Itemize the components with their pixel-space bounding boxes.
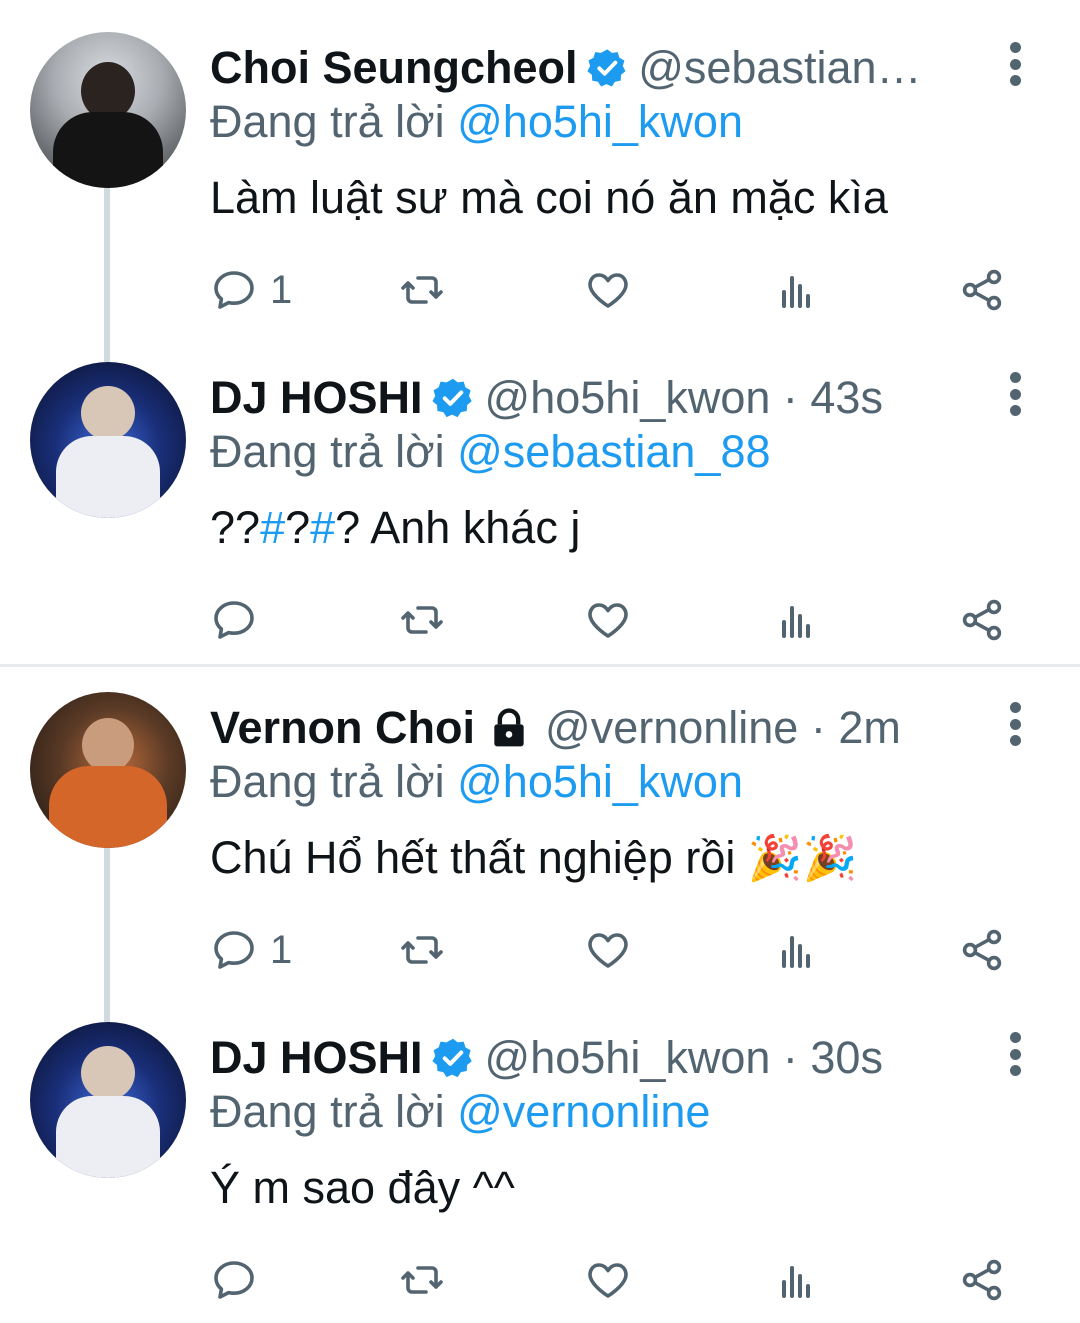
avatar[interactable] [30, 32, 186, 188]
reply-icon [210, 926, 258, 974]
tweet[interactable]: Choi Seungcheol @sebastian_... Đang trả … [0, 0, 1080, 340]
text-part: ?? [210, 502, 261, 553]
avatar[interactable] [30, 692, 186, 848]
reply-button[interactable]: 1 [210, 260, 292, 320]
reply-prefix: Đang trả lời [210, 1086, 458, 1137]
verified-badge-icon [431, 376, 475, 420]
lock-icon [487, 706, 531, 750]
heart-icon [584, 266, 632, 314]
reply-icon [210, 1256, 258, 1304]
party-popper-emoji: 🎉🎉 [747, 834, 858, 883]
reply-mention[interactable]: @vernonline [457, 1086, 710, 1137]
reply-mention[interactable]: @ho5hi_kwon [457, 96, 743, 147]
tweet-header: Vernon Choi @vernonline · 2m [210, 698, 930, 758]
reply-context: Đang trả lời @ho5hi_kwon [210, 96, 743, 148]
like-button[interactable] [584, 920, 632, 980]
reply-prefix: Đang trả lời [210, 756, 458, 807]
text-part: ? [285, 502, 311, 553]
tweet[interactable]: DJ HOSHI @ho5hi_kwon · 30s Đang trả lời … [0, 990, 1080, 1323]
share-icon [958, 596, 1006, 644]
reply-button[interactable] [210, 1250, 270, 1310]
analytics-icon [772, 266, 820, 314]
handle-time[interactable]: @ho5hi_kwon · 30s [485, 1032, 883, 1084]
share-button[interactable] [958, 920, 1006, 980]
retweet-button[interactable] [398, 920, 446, 980]
like-button[interactable] [584, 260, 632, 320]
tweet-header: Choi Seungcheol @sebastian_... [210, 38, 930, 98]
avatar[interactable] [30, 362, 186, 518]
tweet[interactable]: DJ HOSHI @ho5hi_kwon · 43s Đang trả lời … [0, 330, 1080, 660]
avatar[interactable] [30, 1022, 186, 1178]
reply-count: 1 [270, 267, 293, 312]
tweet-header: DJ HOSHI @ho5hi_kwon · 43s [210, 368, 930, 428]
share-icon [958, 1256, 1006, 1304]
like-button[interactable] [584, 1250, 632, 1310]
tweet-text: ??#?#? Anh khác j [210, 502, 580, 554]
display-name[interactable]: Vernon Choi [210, 702, 475, 754]
display-name[interactable]: Choi Seungcheol [210, 42, 578, 94]
handle-time[interactable]: @ho5hi_kwon · 43s [485, 372, 883, 424]
more-options-icon[interactable] [1000, 42, 1030, 86]
heart-icon [584, 1256, 632, 1304]
like-button[interactable] [584, 590, 632, 650]
reply-prefix: Đang trả lời [210, 96, 458, 147]
reply-icon [210, 596, 258, 644]
handle-time[interactable]: @vernonline · 2m [545, 702, 901, 754]
tweet[interactable]: Vernon Choi @vernonline · 2m Đang trả lờ… [0, 660, 1080, 1000]
tweet-text: Chú Hổ hết thất nghiệp rồi 🎉🎉 [210, 832, 857, 884]
action-bar: 1 [210, 920, 1030, 980]
reply-context: Đang trả lời @ho5hi_kwon [210, 756, 743, 808]
more-options-icon[interactable] [1000, 372, 1030, 416]
hashtag[interactable]: # [260, 502, 285, 553]
reply-context: Đang trả lời @sebastian_88 [210, 426, 771, 478]
reply-context: Đang trả lời @vernonline [210, 1086, 710, 1138]
share-icon [958, 926, 1006, 974]
views-button[interactable] [772, 590, 820, 650]
text-part: ? Anh khác j [335, 502, 581, 553]
heart-icon [584, 926, 632, 974]
display-name[interactable]: DJ HOSHI [210, 1032, 423, 1084]
reply-mention[interactable]: @ho5hi_kwon [457, 756, 743, 807]
retweet-button[interactable] [398, 590, 446, 650]
handle-time[interactable]: @sebastian_... [638, 42, 930, 94]
reply-prefix: Đang trả lời [210, 426, 458, 477]
display-name[interactable]: DJ HOSHI [210, 372, 423, 424]
heart-icon [584, 596, 632, 644]
reply-count: 1 [270, 927, 293, 972]
retweet-icon [398, 1256, 446, 1304]
retweet-button[interactable] [398, 260, 446, 320]
text-part: Chú Hổ hết thất nghiệp rồi [210, 832, 748, 883]
analytics-icon [772, 596, 820, 644]
share-button[interactable] [958, 1250, 1006, 1310]
reply-mention[interactable]: @sebastian_88 [457, 426, 770, 477]
verified-badge-icon [431, 1036, 475, 1080]
action-bar: 1 [210, 260, 1030, 320]
tweet-text: Làm luật sư mà coi nó ăn mặc kìa [210, 172, 888, 223]
reply-button[interactable] [210, 590, 270, 650]
retweet-button[interactable] [398, 1250, 446, 1310]
views-button[interactable] [772, 1250, 820, 1310]
share-button[interactable] [958, 260, 1006, 320]
share-icon [958, 266, 1006, 314]
views-button[interactable] [772, 260, 820, 320]
more-options-icon[interactable] [1000, 1032, 1030, 1076]
retweet-icon [398, 596, 446, 644]
share-button[interactable] [958, 590, 1006, 650]
verified-badge-icon [586, 46, 629, 90]
analytics-icon [772, 926, 820, 974]
retweet-icon [398, 926, 446, 974]
views-button[interactable] [772, 920, 820, 980]
tweet-header: DJ HOSHI @ho5hi_kwon · 30s [210, 1028, 930, 1088]
reply-icon [210, 266, 258, 314]
more-options-icon[interactable] [1000, 702, 1030, 746]
reply-button[interactable]: 1 [210, 920, 292, 980]
analytics-icon [772, 1256, 820, 1304]
retweet-icon [398, 266, 446, 314]
hashtag[interactable]: # [310, 502, 335, 553]
action-bar [210, 1250, 1030, 1310]
tweet-text: Ý m sao đây ^^ [210, 1162, 515, 1213]
action-bar [210, 590, 1030, 650]
